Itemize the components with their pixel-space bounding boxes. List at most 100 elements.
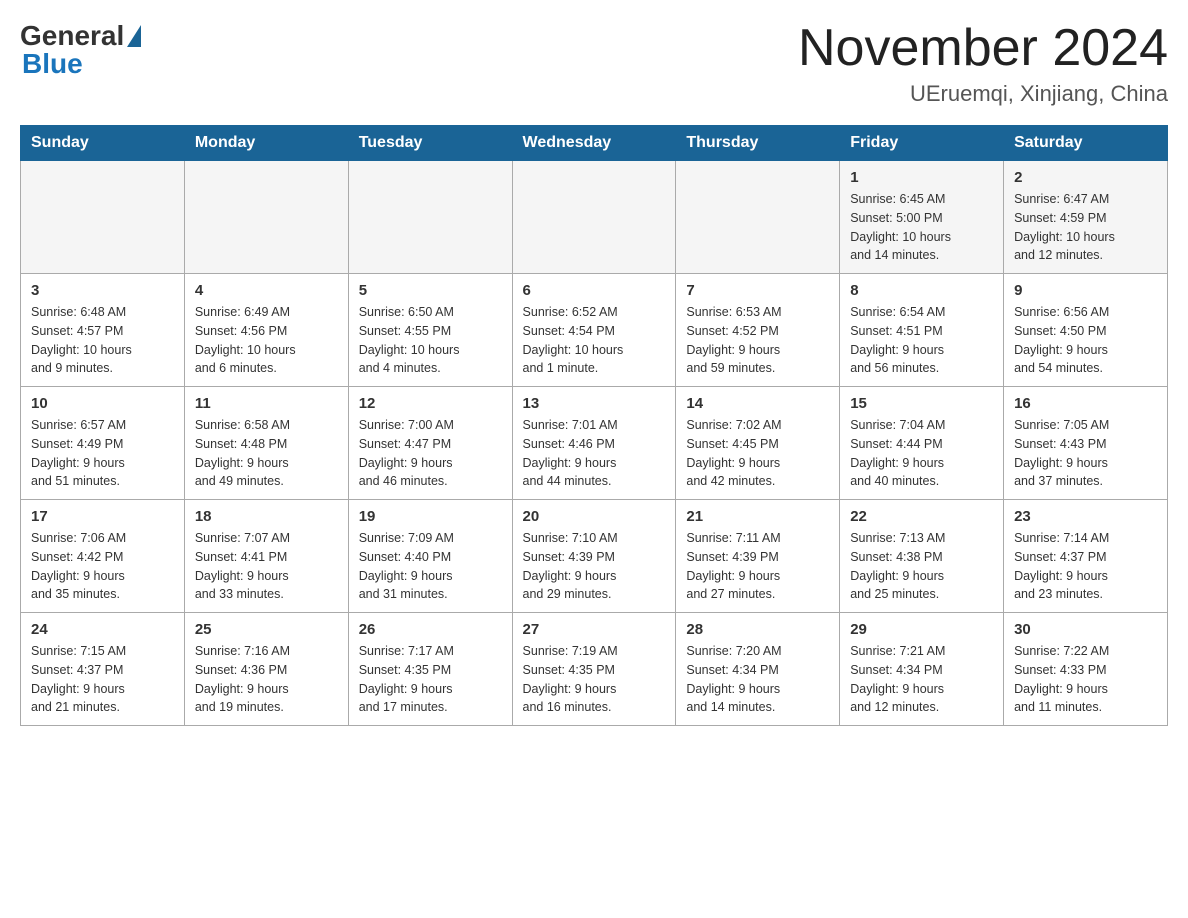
calendar-cell	[512, 161, 676, 274]
day-number: 5	[359, 282, 502, 299]
day-info: Sunrise: 7:21 AM Sunset: 4:34 PM Dayligh…	[850, 642, 993, 717]
calendar-cell: 30 Sunrise: 7:22 AM Sunset: 4:33 PM Dayli…	[1004, 613, 1168, 726]
day-number: 30	[1014, 621, 1157, 638]
day-info: Sunrise: 6:48 AM Sunset: 4:57 PM Dayligh…	[31, 303, 174, 378]
day-number: 23	[1014, 508, 1157, 525]
calendar-cell: 13Sunrise: 7:01 AM Sunset: 4:46 PM Dayli…	[512, 387, 676, 500]
calendar-cell: 24Sunrise: 7:15 AM Sunset: 4:37 PM Dayli…	[21, 613, 185, 726]
calendar-cell: 18 Sunrise: 7:07 AM Sunset: 4:41 PM Dayli…	[184, 500, 348, 613]
day-number: 20	[523, 508, 666, 525]
calendar-cell: 5 Sunrise: 6:50 AM Sunset: 4:55 PM Daylig…	[348, 274, 512, 387]
calendar-cell: 9 Sunrise: 6:56 AM Sunset: 4:50 PM Daylig…	[1004, 274, 1168, 387]
weekday-header-sunday: Sunday	[21, 126, 185, 161]
calendar-cell: 3 Sunrise: 6:48 AM Sunset: 4:57 PM Daylig…	[21, 274, 185, 387]
day-info: Sunrise: 7:17 AM Sunset: 4:35 PM Dayligh…	[359, 642, 502, 717]
calendar-title: November 2024	[798, 20, 1168, 77]
weekday-header-saturday: Saturday	[1004, 126, 1168, 161]
calendar-cell: 21 Sunrise: 7:11 AM Sunset: 4:39 PM Dayli…	[676, 500, 840, 613]
calendar-subtitle: UEruemqi, Xinjiang, China	[798, 81, 1168, 107]
day-info: Sunrise: 7:16 AM Sunset: 4:36 PM Dayligh…	[195, 642, 338, 717]
calendar-cell: 23 Sunrise: 7:14 AM Sunset: 4:37 PM Dayli…	[1004, 500, 1168, 613]
calendar-cell: 11 Sunrise: 6:58 AM Sunset: 4:48 PM Dayli…	[184, 387, 348, 500]
calendar-week-row: 17Sunrise: 7:06 AM Sunset: 4:42 PM Dayli…	[21, 500, 1168, 613]
day-number: 14	[686, 395, 829, 412]
day-info: Sunrise: 7:11 AM Sunset: 4:39 PM Dayligh…	[686, 529, 829, 604]
weekday-header-wednesday: Wednesday	[512, 126, 676, 161]
day-number: 7	[686, 282, 829, 299]
weekday-header-friday: Friday	[840, 126, 1004, 161]
day-info: Sunrise: 7:05 AM Sunset: 4:43 PM Dayligh…	[1014, 416, 1157, 491]
day-info: Sunrise: 6:58 AM Sunset: 4:48 PM Dayligh…	[195, 416, 338, 491]
day-info: Sunrise: 6:47 AM Sunset: 4:59 PM Dayligh…	[1014, 190, 1157, 265]
calendar-cell	[676, 161, 840, 274]
calendar-cell: 7 Sunrise: 6:53 AM Sunset: 4:52 PM Daylig…	[676, 274, 840, 387]
day-info: Sunrise: 6:56 AM Sunset: 4:50 PM Dayligh…	[1014, 303, 1157, 378]
weekday-header-monday: Monday	[184, 126, 348, 161]
calendar-cell: 14Sunrise: 7:02 AM Sunset: 4:45 PM Dayli…	[676, 387, 840, 500]
weekday-header-tuesday: Tuesday	[348, 126, 512, 161]
day-number: 9	[1014, 282, 1157, 299]
day-number: 21	[686, 508, 829, 525]
day-number: 22	[850, 508, 993, 525]
day-info: Sunrise: 7:09 AM Sunset: 4:40 PM Dayligh…	[359, 529, 502, 604]
day-number: 16	[1014, 395, 1157, 412]
day-info: Sunrise: 6:54 AM Sunset: 4:51 PM Dayligh…	[850, 303, 993, 378]
calendar-cell: 22 Sunrise: 7:13 AM Sunset: 4:38 PM Dayli…	[840, 500, 1004, 613]
day-number: 28	[686, 621, 829, 638]
calendar-week-row: 24Sunrise: 7:15 AM Sunset: 4:37 PM Dayli…	[21, 613, 1168, 726]
calendar-cell: 25 Sunrise: 7:16 AM Sunset: 4:36 PM Dayli…	[184, 613, 348, 726]
calendar-week-row: 1Sunrise: 6:45 AM Sunset: 5:00 PM Daylig…	[21, 161, 1168, 274]
header: General Blue November 2024 UEruemqi, Xin…	[20, 20, 1168, 107]
day-info: Sunrise: 7:13 AM Sunset: 4:38 PM Dayligh…	[850, 529, 993, 604]
title-area: November 2024 UEruemqi, Xinjiang, China	[798, 20, 1168, 107]
calendar-cell: 27 Sunrise: 7:19 AM Sunset: 4:35 PM Dayli…	[512, 613, 676, 726]
day-number: 4	[195, 282, 338, 299]
logo-area: General Blue	[20, 20, 142, 80]
calendar-cell: 29 Sunrise: 7:21 AM Sunset: 4:34 PM Dayli…	[840, 613, 1004, 726]
day-number: 8	[850, 282, 993, 299]
day-info: Sunrise: 6:45 AM Sunset: 5:00 PM Dayligh…	[850, 190, 993, 265]
day-number: 10	[31, 395, 174, 412]
day-number: 6	[523, 282, 666, 299]
logo-blue-text: Blue	[22, 48, 83, 79]
day-number: 2	[1014, 169, 1157, 186]
calendar-cell: 20 Sunrise: 7:10 AM Sunset: 4:39 PM Dayli…	[512, 500, 676, 613]
calendar-cell: 26 Sunrise: 7:17 AM Sunset: 4:35 PM Dayli…	[348, 613, 512, 726]
calendar-cell	[21, 161, 185, 274]
calendar-week-row: 3 Sunrise: 6:48 AM Sunset: 4:57 PM Daylig…	[21, 274, 1168, 387]
day-number: 25	[195, 621, 338, 638]
day-number: 27	[523, 621, 666, 638]
day-number: 11	[195, 395, 338, 412]
day-info: Sunrise: 7:07 AM Sunset: 4:41 PM Dayligh…	[195, 529, 338, 604]
day-info: Sunrise: 6:50 AM Sunset: 4:55 PM Dayligh…	[359, 303, 502, 378]
day-info: Sunrise: 7:22 AM Sunset: 4:33 PM Dayligh…	[1014, 642, 1157, 717]
day-number: 12	[359, 395, 502, 412]
day-number: 3	[31, 282, 174, 299]
calendar-week-row: 10Sunrise: 6:57 AM Sunset: 4:49 PM Dayli…	[21, 387, 1168, 500]
calendar-cell	[348, 161, 512, 274]
day-info: Sunrise: 6:53 AM Sunset: 4:52 PM Dayligh…	[686, 303, 829, 378]
day-info: Sunrise: 6:49 AM Sunset: 4:56 PM Dayligh…	[195, 303, 338, 378]
day-info: Sunrise: 7:01 AM Sunset: 4:46 PM Dayligh…	[523, 416, 666, 491]
day-info: Sunrise: 7:10 AM Sunset: 4:39 PM Dayligh…	[523, 529, 666, 604]
day-info: Sunrise: 7:14 AM Sunset: 4:37 PM Dayligh…	[1014, 529, 1157, 604]
day-info: Sunrise: 7:19 AM Sunset: 4:35 PM Dayligh…	[523, 642, 666, 717]
calendar-cell: 8 Sunrise: 6:54 AM Sunset: 4:51 PM Daylig…	[840, 274, 1004, 387]
weekday-header-row: SundayMondayTuesdayWednesdayThursdayFrid…	[21, 126, 1168, 161]
day-number: 26	[359, 621, 502, 638]
day-number: 24	[31, 621, 174, 638]
day-info: Sunrise: 7:06 AM Sunset: 4:42 PM Dayligh…	[31, 529, 174, 604]
day-info: Sunrise: 7:20 AM Sunset: 4:34 PM Dayligh…	[686, 642, 829, 717]
weekday-header-thursday: Thursday	[676, 126, 840, 161]
calendar-cell: 17Sunrise: 7:06 AM Sunset: 4:42 PM Dayli…	[21, 500, 185, 613]
calendar-table: SundayMondayTuesdayWednesdayThursdayFrid…	[20, 125, 1168, 726]
calendar-cell: 16 Sunrise: 7:05 AM Sunset: 4:43 PM Dayli…	[1004, 387, 1168, 500]
calendar-cell	[184, 161, 348, 274]
day-info: Sunrise: 6:52 AM Sunset: 4:54 PM Dayligh…	[523, 303, 666, 378]
day-info: Sunrise: 7:04 AM Sunset: 4:44 PM Dayligh…	[850, 416, 993, 491]
day-number: 18	[195, 508, 338, 525]
calendar-cell: 2 Sunrise: 6:47 AM Sunset: 4:59 PM Daylig…	[1004, 161, 1168, 274]
day-number: 29	[850, 621, 993, 638]
logo-triangle-icon	[127, 25, 141, 47]
calendar-cell: 1Sunrise: 6:45 AM Sunset: 5:00 PM Daylig…	[840, 161, 1004, 274]
